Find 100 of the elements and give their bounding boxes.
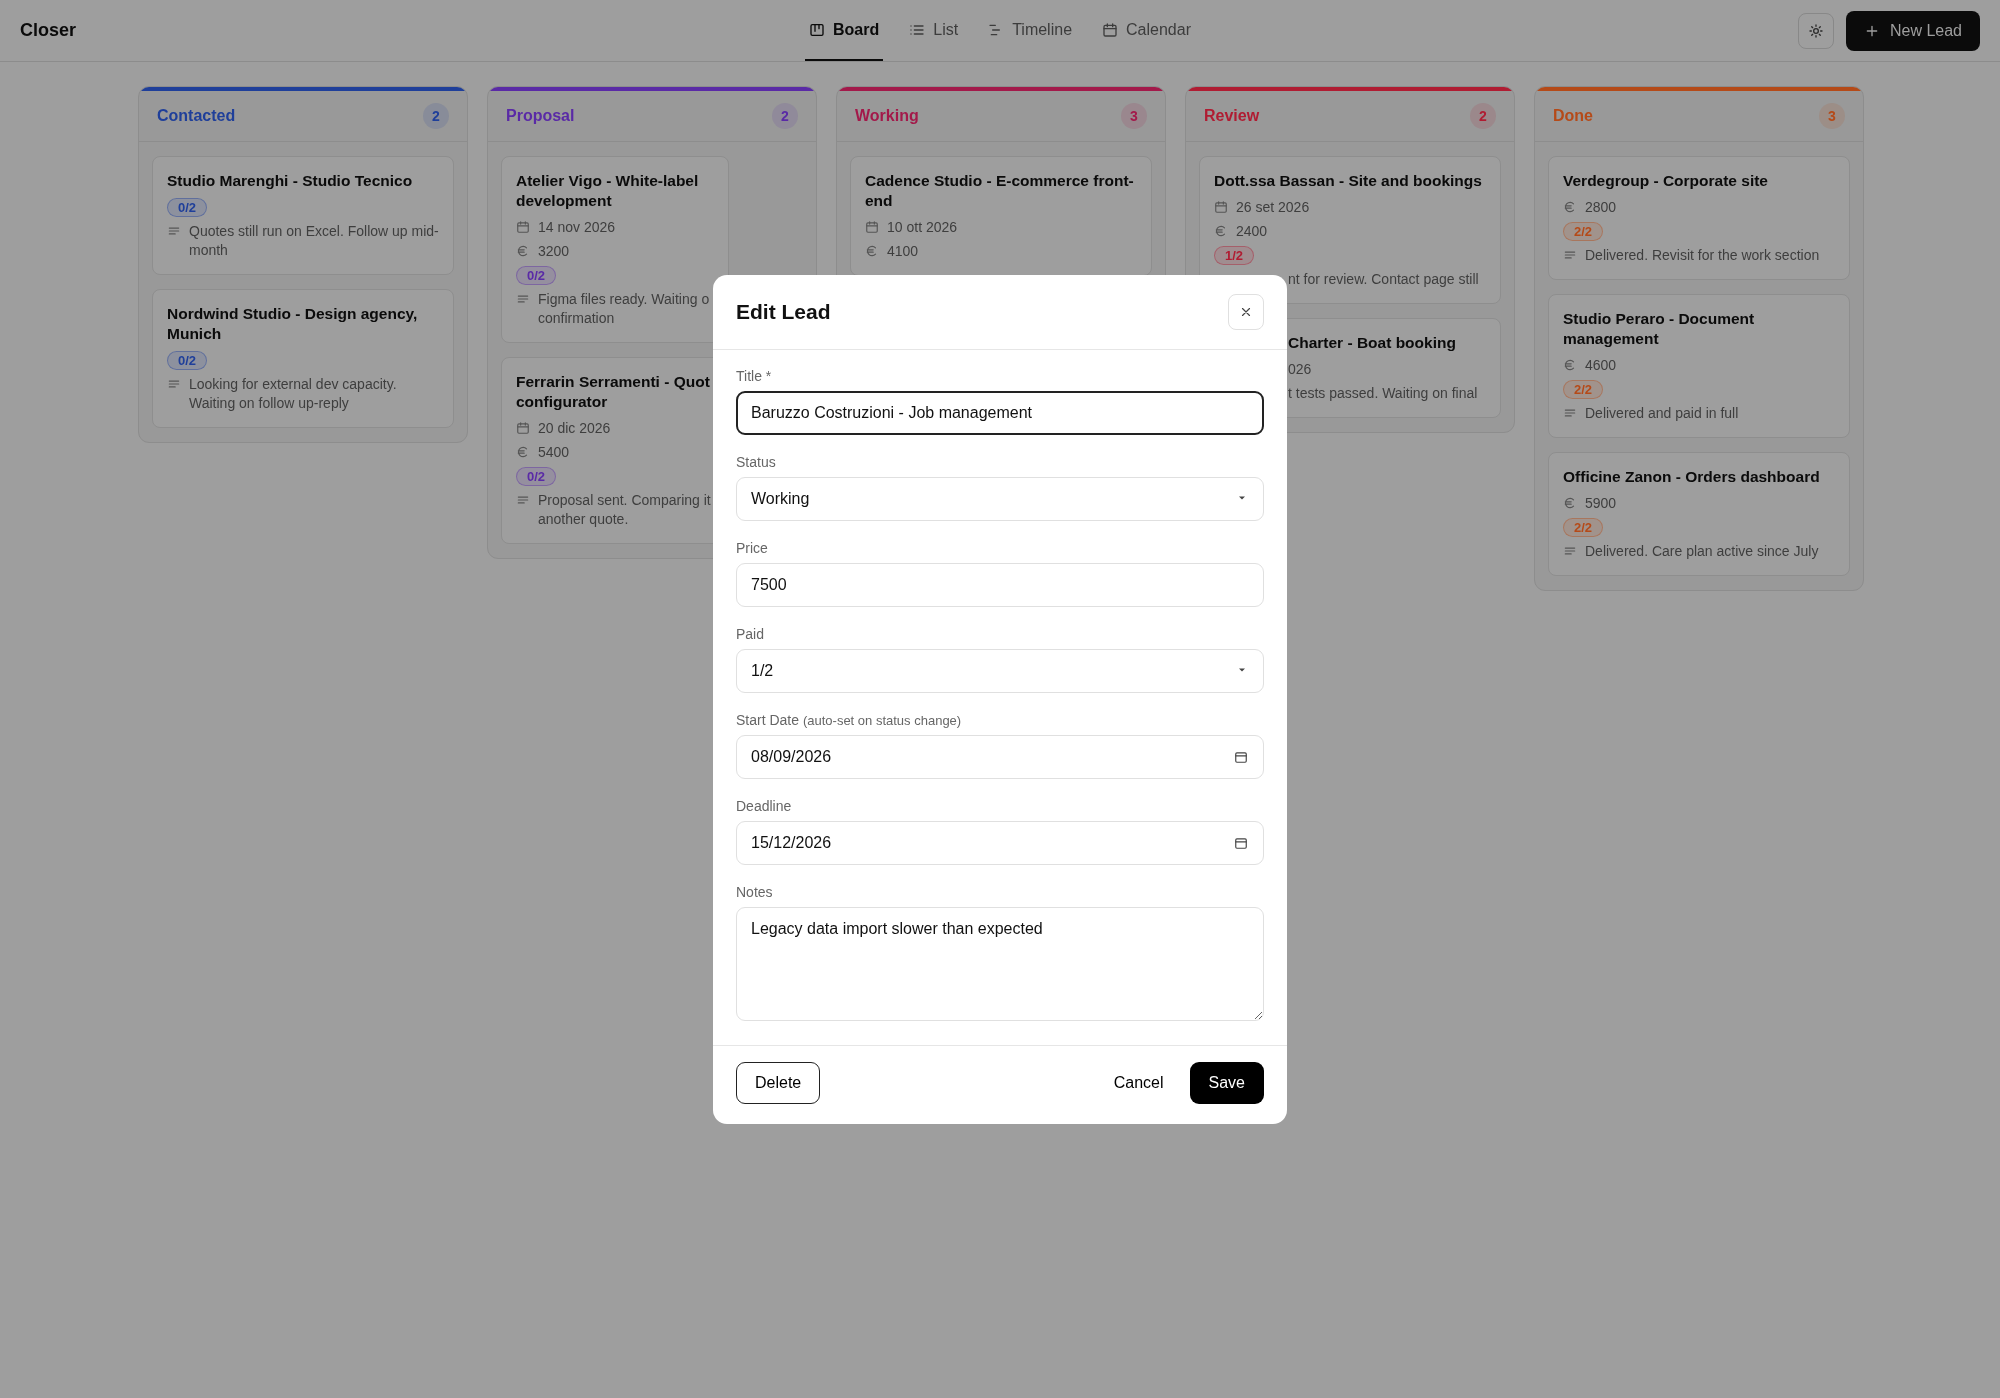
lead-title: Ferrarin Serramenti - Quot configurator (516, 372, 711, 412)
calendar-icon (516, 421, 530, 435)
lead-card[interactable]: Verdegroup - Corporate site 2800 2/2 Delivered. Revisit for the work section (1548, 156, 1850, 280)
column-title: Working (855, 107, 919, 125)
paid-badge: 0/2 (167, 351, 208, 370)
field-label: Paid (736, 625, 766, 642)
notes-icon (1563, 544, 1577, 558)
notes-icon (167, 377, 181, 391)
lead-note: Delivered. Revisit for the work section (1585, 246, 1820, 265)
lead-title: Studio Peraro - Document management (1563, 309, 1756, 349)
lead-card[interactable]: Cadence Studio - E-commerce front-end 10 ott 2026 4100 (850, 156, 1152, 276)
lead-card[interactable]: Dott.ssa Bassan - Site and bookings 26 set 2026 2400 1/2 nt for review. Contact page still (1199, 156, 1501, 304)
column-title: Done (1553, 107, 1593, 125)
dialog-title: Edit Lead (736, 299, 831, 324)
select-field[interactable]: Working (736, 476, 1264, 521)
count-badge: 3 (1121, 103, 1147, 129)
lead-date: 26 set 2026 (1236, 198, 1310, 217)
lead-card[interactable]: Nordwind Studio - Design agency, Munich 0/2 Looking for external dev capacity. Waiting on follow up-reply (152, 289, 454, 428)
euro-icon (1563, 200, 1577, 214)
calendar-icon (1234, 835, 1248, 850)
field-label: Price (736, 539, 769, 556)
lead-date: 14 nov 2026 (538, 218, 616, 237)
count-badge: 2 (772, 103, 798, 129)
notes-icon (1563, 248, 1577, 262)
sun-icon (1807, 22, 1824, 39)
paid-badge: 0/2 (516, 266, 557, 285)
field-label: Start Date (auto-set on status change) (736, 711, 963, 728)
lead-price: 2400 (1236, 222, 1268, 241)
lead-note: Quotes still run on Excel. Follow up mid-month (189, 222, 439, 260)
date-field[interactable]: 08/09/2026 (736, 734, 1264, 779)
notes-icon (516, 292, 530, 306)
save-button[interactable]: Save (1189, 1061, 1264, 1104)
notes-icon (1563, 406, 1577, 420)
lead-title: Dott.ssa Bassan - Site and bookings (1214, 171, 1482, 191)
cancel-button[interactable]: Cancel (1103, 1061, 1174, 1104)
paid-badge: 2/2 (1563, 222, 1604, 241)
date-field[interactable]: 15/12/2026 (736, 820, 1264, 865)
paid-badge: 0/2 (167, 198, 208, 217)
field-label: Title * (736, 367, 773, 384)
lead-date: 20 dic 2026 (538, 419, 611, 438)
lead-title: Nordwind Studio - Design agency, Munich (167, 304, 419, 344)
view-tab[interactable]: List (905, 0, 963, 61)
delete-button[interactable]: Delete (736, 1061, 821, 1104)
euro-icon (516, 445, 530, 459)
lead-note: Figma files ready. Waiting o confirmation (538, 290, 711, 328)
calendar-icon (1214, 200, 1228, 214)
notes-field[interactable]: Legacy data import slower than expected (736, 906, 1264, 1021)
lead-note: Looking for external dev capacity. Waiting on follow up-reply (189, 375, 398, 413)
paid-badge: 2/2 (1563, 518, 1604, 537)
view-tab[interactable]: Board (805, 0, 884, 61)
select-field[interactable]: 1/2 (736, 648, 1264, 693)
board-icon (809, 21, 825, 38)
input-field[interactable]: 7500 (736, 562, 1264, 607)
euro-icon (1214, 224, 1228, 238)
view-tab[interactable]: Calendar (1098, 0, 1195, 61)
lead-title: Atelier Vigo - White-label development (516, 171, 700, 211)
lead-price: 2800 (1585, 198, 1617, 217)
field-label: Notes (736, 883, 774, 900)
calendar-icon (1234, 749, 1248, 764)
lead-card[interactable]: Studio Peraro - Document management 4600 2/2 Delivered and paid in full (1548, 294, 1850, 438)
view-tab[interactable]: Timeline (984, 0, 1077, 61)
new-lead-button[interactable]: New Lead (1845, 10, 1980, 51)
lead-title: Cadence Studio - E-commerce front-end (865, 171, 1135, 211)
lead-note: nt for review. Contact page still (1288, 270, 1479, 289)
column-title: Proposal (506, 107, 575, 125)
lead-title: Studio Marenghi - Studio Tecnico (167, 171, 413, 191)
notes-icon (516, 493, 530, 507)
count-badge: 3 (1819, 103, 1845, 129)
lead-note: t tests passed. Waiting on final (1288, 384, 1478, 403)
lead-note: Proposal sent. Comparing it another quote. (538, 491, 712, 529)
euro-icon (865, 244, 879, 258)
field-label: Deadline (736, 797, 793, 814)
calendar-icon (516, 220, 530, 234)
paid-badge: 0/2 (516, 467, 557, 486)
lead-note: Delivered and paid in full (1585, 404, 1739, 423)
calendar-icon (865, 220, 879, 234)
lead-title: Verdegroup - Corporate site (1563, 171, 1768, 191)
lead-date: 10 ott 2026 (887, 218, 958, 237)
close-button[interactable] (1228, 293, 1264, 330)
paid-badge: 1/2 (1214, 246, 1255, 265)
lead-price: 4600 (1585, 356, 1617, 375)
lead-card[interactable]: Officine Zanon - Orders dashboard 5900 2/2 Delivered. Care plan active since July (1548, 452, 1850, 576)
lead-title: Charter - Boat booking (1287, 333, 1456, 353)
count-badge: 2 (1470, 103, 1496, 129)
lead-price: 3200 (538, 242, 570, 261)
theme-button[interactable] (1797, 12, 1834, 49)
input-field[interactable]: Baruzzo Costruzioni - Job management (736, 390, 1264, 435)
column-title: Contacted (157, 107, 236, 125)
lead-title: Officine Zanon - Orders dashboard (1563, 467, 1820, 487)
calendar-icon (1102, 21, 1119, 38)
euro-icon (1563, 358, 1577, 372)
lead-price: 5900 (1585, 494, 1617, 513)
lead-date: 026 (1288, 360, 1312, 379)
lead-price: 5400 (538, 443, 570, 462)
app-logo: Closer (20, 20, 77, 41)
lead-card[interactable]: Studio Marenghi - Studio Tecnico 0/2 Quotes still run on Excel. Follow up mid-month (152, 156, 454, 275)
euro-icon (1563, 496, 1577, 510)
euro-icon (516, 244, 530, 258)
field-label: Status (736, 453, 777, 470)
lead-card[interactable]: Atelier Vigo - White-label development 14 nov 2026 3200 0/2 Figma files ready. Waiting o confirmation (501, 156, 729, 343)
